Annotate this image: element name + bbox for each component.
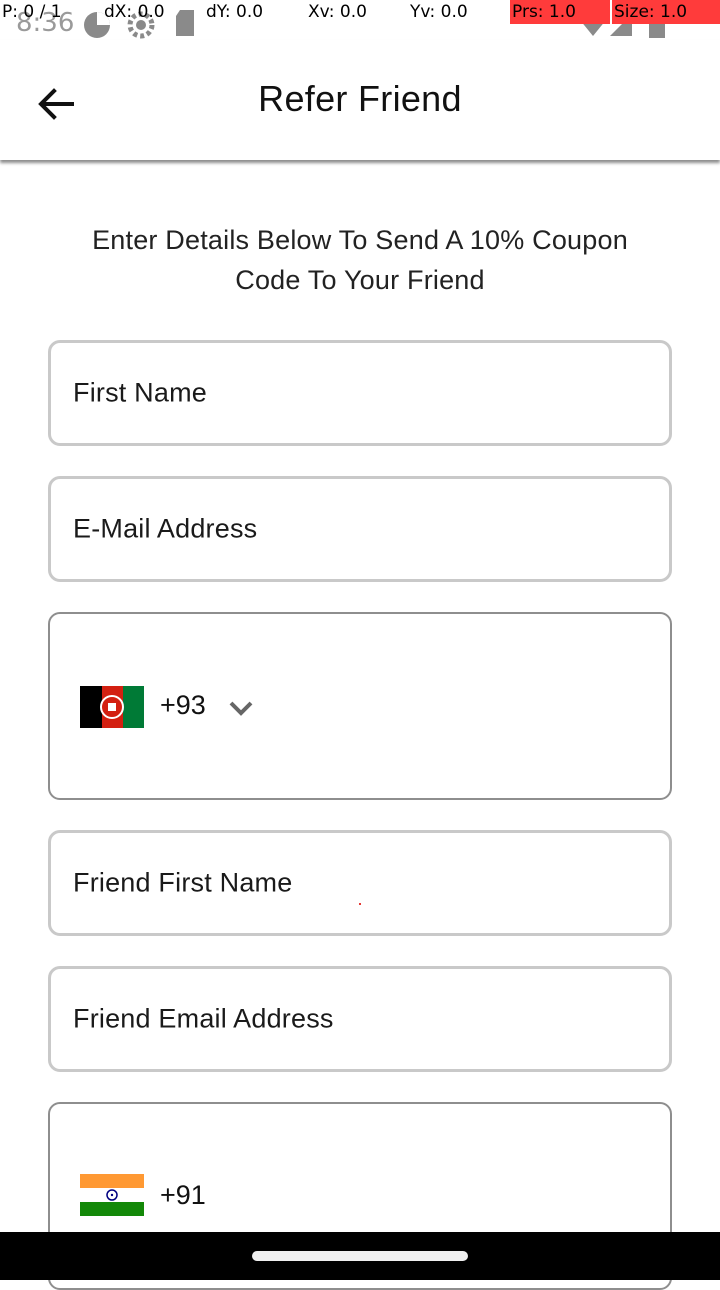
friend-first-name-placeholder: Friend First Name xyxy=(73,867,293,898)
afghanistan-flag-icon[interactable] xyxy=(80,686,144,728)
touch-indicator xyxy=(359,903,361,905)
friend-email-field[interactable]: Friend Email Address xyxy=(48,966,672,1072)
intro-text: Enter Details Below To Send A 10% Coupon… xyxy=(92,225,628,295)
app-bar: Refer Friend xyxy=(0,40,720,160)
debug-size: Size: 1.0 xyxy=(612,0,720,24)
home-gesture-handle[interactable] xyxy=(252,1251,468,1261)
pointer-debug-overlay: P: 0 / 1 dX: 0.0 dY: 0.0 Xv: 0.0 Yv: 0.0… xyxy=(0,0,720,26)
friend-first-name-field[interactable]: Friend First Name xyxy=(48,830,672,936)
phone-field[interactable]: +93 xyxy=(48,612,672,800)
dial-code[interactable]: +93 xyxy=(160,690,206,721)
india-flag-icon[interactable] xyxy=(80,1174,144,1216)
email-field[interactable]: E-Mail Address xyxy=(48,476,672,582)
navigation-bar xyxy=(0,1232,720,1280)
debug-dx: dX: 0.0 xyxy=(104,2,165,22)
friend-dial-code[interactable]: +91 xyxy=(160,1180,206,1211)
debug-yv: Yv: 0.0 xyxy=(410,2,468,22)
email-placeholder: E-Mail Address xyxy=(73,513,258,544)
friend-email-placeholder: Friend Email Address xyxy=(73,1003,334,1034)
debug-pointer: P: 0 / 1 xyxy=(2,2,62,22)
debug-xv: Xv: 0.0 xyxy=(308,2,367,22)
debug-prs: Prs: 1.0 xyxy=(510,0,610,24)
debug-dy: dY: 0.0 xyxy=(206,2,264,22)
chevron-down-icon[interactable] xyxy=(228,699,254,717)
first-name-field[interactable]: First Name xyxy=(48,340,672,446)
first-name-placeholder: First Name xyxy=(73,377,208,408)
page-title: Refer Friend xyxy=(258,78,462,119)
